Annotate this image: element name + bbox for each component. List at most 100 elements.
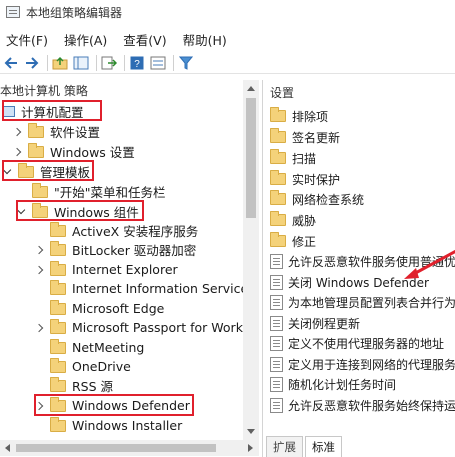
policy-icon (270, 335, 283, 351)
toolbar-separator (96, 54, 97, 71)
tab-standard[interactable]: 标准 (305, 436, 342, 457)
filter-icon[interactable] (177, 54, 195, 72)
tab-extended[interactable]: 扩展 (266, 436, 303, 457)
title-bar: 本地组策略编辑器 (0, 0, 455, 24)
policy-item[interactable]: 为本地管理员配置列表合并行为 (270, 292, 455, 312)
tree-item-onedrive[interactable]: OneDrive (50, 357, 131, 376)
app-icon (6, 6, 20, 18)
tree-item-passport-for-work[interactable]: Microsoft Passport for Work (34, 318, 243, 337)
settings-folder-remediation[interactable]: 修正 (270, 231, 316, 251)
folder-icon (270, 149, 286, 164)
list-item-label: 排除项 (292, 109, 329, 124)
settings-folder-network-inspection[interactable]: 网络检查系统 (270, 189, 364, 209)
folder-icon (28, 122, 44, 138)
navigation-tree-pane: 本地计算机 策略 计算机配置 软件设置 Windows 设置 管理模板 "开始"… (0, 80, 260, 457)
scroll-down-arrow-icon[interactable] (247, 429, 255, 434)
policy-icon (270, 356, 283, 372)
policy-item[interactable]: 随机化计划任务时间 (270, 374, 396, 394)
folder-icon (50, 416, 66, 432)
svg-text:?: ? (134, 59, 140, 70)
annotation-arrow-icon (404, 249, 455, 279)
policy-item[interactable]: 定义用于连接到网络的代理服务 (270, 354, 455, 374)
tree-item-label: Internet Information Services (72, 281, 255, 296)
show-tree-icon[interactable] (72, 54, 90, 72)
tree-item-label: RSS 源 (72, 379, 114, 394)
folder-icon (270, 190, 286, 205)
tree-item-internet-explorer[interactable]: Internet Explorer (34, 260, 178, 279)
tree-item-netmeeting[interactable]: NetMeeting (50, 338, 144, 357)
help-icon[interactable]: ? (128, 54, 146, 72)
scroll-right-arrow-icon[interactable] (248, 444, 253, 452)
folder-icon (50, 338, 66, 354)
tree-vertical-scrollbar[interactable] (243, 80, 259, 440)
tree-item-label: Microsoft Edge (72, 301, 165, 316)
scroll-up-arrow-icon[interactable] (247, 86, 255, 91)
tree-item-windows-settings[interactable]: Windows 设置 (12, 142, 135, 161)
expand-arrow-icon[interactable] (34, 323, 44, 333)
tree-item-iis[interactable]: Internet Information Services (50, 279, 255, 298)
scrollbar-thumb[interactable] (246, 98, 256, 218)
tree-item-windows-installer[interactable]: Windows Installer (50, 416, 182, 435)
menu-view[interactable]: 查看(V) (121, 29, 168, 50)
tree-item-microsoft-edge[interactable]: Microsoft Edge (50, 299, 164, 318)
expand-arrow-icon[interactable] (34, 265, 44, 275)
view-tabs: 扩展 标准 (266, 436, 344, 457)
list-item-label: 威胁 (292, 213, 317, 228)
back-icon[interactable] (2, 54, 20, 72)
folder-icon (50, 221, 66, 237)
tree-item-label: BitLocker 驱动器加密 (72, 243, 197, 258)
policy-icon (270, 397, 283, 413)
forward-icon[interactable] (23, 54, 41, 72)
highlight-box-windows-components (16, 200, 144, 221)
toolbar-separator (173, 54, 174, 71)
folder-icon (50, 318, 66, 334)
folder-icon (50, 299, 66, 315)
folder-icon (50, 279, 66, 295)
settings-folder-realtime-protection[interactable]: 实时保护 (270, 169, 340, 189)
properties-icon[interactable] (149, 54, 167, 72)
tree-item-label: Windows 设置 (50, 145, 135, 160)
expand-arrow-icon[interactable] (12, 127, 22, 137)
tree-horizontal-scrollbar[interactable] (0, 440, 259, 456)
list-item-label: 随机化计划任务时间 (288, 377, 397, 392)
policy-item[interactable]: 允许反恶意软件服务始终保持运 (270, 395, 455, 415)
tree-item-label: ActiveX 安装程序服务 (72, 224, 199, 239)
policy-item[interactable]: 定义不使用代理服务器的地址 (270, 333, 444, 353)
menu-bar: 文件(F) 操作(A) 查看(V) 帮助(H) (0, 28, 455, 50)
scroll-left-arrow-icon[interactable] (5, 444, 10, 452)
list-item-label: 定义不使用代理服务器的地址 (288, 336, 445, 351)
settings-column-header[interactable]: 设置 (270, 84, 294, 101)
list-item-label: 关闭例程更新 (288, 316, 361, 331)
expand-arrow-icon[interactable] (12, 147, 22, 157)
tree-item-bitlocker[interactable]: BitLocker 驱动器加密 (34, 240, 196, 259)
tree-item-rss[interactable]: RSS 源 (50, 376, 113, 395)
policy-icon (270, 253, 283, 269)
tree-item-label: Microsoft Passport for Work (72, 320, 243, 335)
tree-item-start-menu-taskbar[interactable]: "开始"菜单和任务栏 (32, 182, 166, 201)
tree-item-activex-installer[interactable]: ActiveX 安装程序服务 (50, 221, 198, 240)
policy-icon (270, 315, 283, 331)
folder-icon (50, 240, 66, 256)
tree-item-label: Internet Explorer (72, 262, 178, 277)
pane-divider[interactable] (262, 80, 263, 457)
folder-icon (270, 211, 286, 226)
tree-item-software-settings[interactable]: 软件设置 (12, 122, 100, 141)
scrollbar-thumb[interactable] (16, 444, 216, 452)
list-item-label: 签名更新 (292, 130, 341, 145)
tree-item-label: Windows Installer (72, 418, 183, 433)
policy-icon (270, 376, 283, 392)
tree-root-label[interactable]: 本地计算机 策略 (0, 82, 88, 100)
expand-arrow-icon[interactable] (34, 245, 44, 255)
policy-item[interactable]: 关闭例程更新 (270, 313, 360, 333)
settings-folder-threats[interactable]: 威胁 (270, 210, 316, 230)
export-icon[interactable] (100, 54, 118, 72)
menu-file[interactable]: 文件(F) (4, 29, 50, 50)
settings-folder-scan[interactable]: 扫描 (270, 148, 316, 168)
settings-folder-signature-updates[interactable]: 签名更新 (270, 127, 340, 147)
list-item-label: 实时保护 (292, 172, 341, 187)
list-item-label: 允许反恶意软件服务始终保持运 (288, 398, 455, 413)
menu-action[interactable]: 操作(A) (62, 29, 109, 50)
menu-help[interactable]: 帮助(H) (181, 29, 229, 50)
settings-folder-exclusions[interactable]: 排除项 (270, 106, 328, 126)
up-folder-icon[interactable] (51, 54, 69, 72)
